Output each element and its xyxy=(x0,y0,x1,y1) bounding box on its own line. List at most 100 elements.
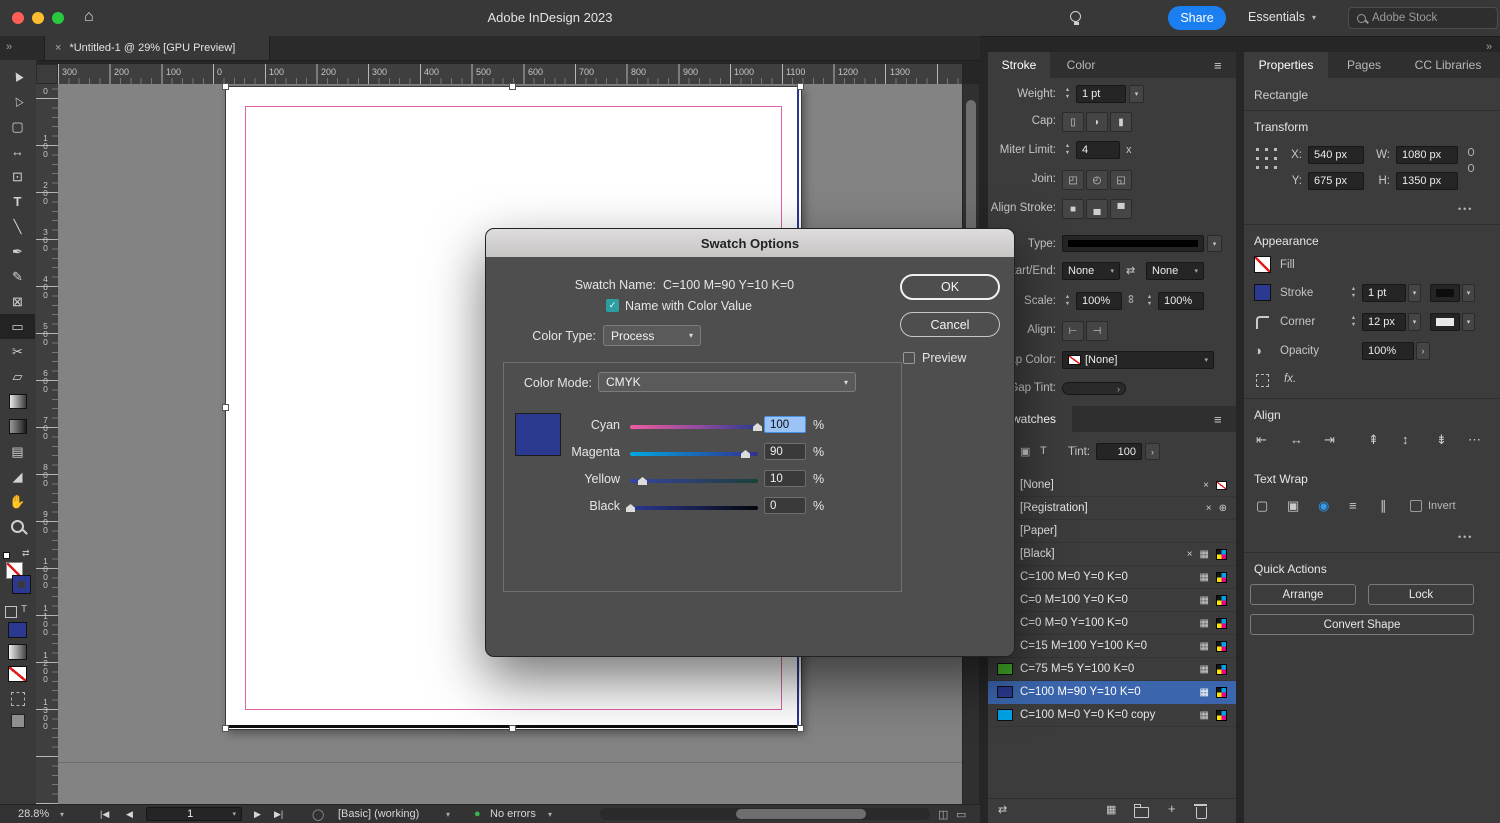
fill-color-swatch[interactable] xyxy=(1254,256,1271,273)
stepper-up-icon[interactable]: ▲ xyxy=(1065,143,1070,150)
error-status[interactable]: No errors xyxy=(490,808,536,820)
wrap-object-shape-button[interactable]: ◉ xyxy=(1318,498,1329,514)
free-transform-tool[interactable]: ▱ xyxy=(0,364,35,389)
align-bottom-button[interactable]: ⇟ xyxy=(1436,432,1447,448)
cap-projecting-button[interactable]: ▮ xyxy=(1110,112,1132,132)
align-left-button[interactable]: ⇤ xyxy=(1256,432,1267,448)
pencil-tool[interactable]: ✎ xyxy=(0,264,35,289)
swatch-row[interactable]: C=75 M=5 Y=100 K=0 ▦ xyxy=(988,658,1236,681)
swatch-row[interactable]: C=0 M=100 Y=0 K=0 ▦ xyxy=(988,589,1236,612)
share-button[interactable]: Share xyxy=(1168,6,1226,30)
swatch-row-none[interactable]: [None] × xyxy=(988,474,1236,497)
screen-mode-preview-icon[interactable] xyxy=(11,714,25,728)
stroke-type-dropdown-icon[interactable]: ▾ xyxy=(1207,235,1222,252)
selection-handle[interactable] xyxy=(222,725,229,732)
tab-pages[interactable]: Pages xyxy=(1336,52,1392,78)
horizontal-ruler[interactable]: 300 200 100 0 100 200 300 400 500 600 70… xyxy=(58,64,962,85)
join-round-button[interactable]: ◴ xyxy=(1086,170,1108,190)
stroke-type-dropdown[interactable] xyxy=(1062,235,1204,252)
cyan-slider[interactable] xyxy=(630,425,758,429)
stroke-style-dropdown[interactable] xyxy=(1430,284,1460,302)
stepper-up-icon[interactable]: ▲ xyxy=(1065,87,1070,94)
invert-checkbox[interactable] xyxy=(1410,500,1422,512)
swatch-views-icon[interactable]: ▦ xyxy=(1106,803,1116,816)
swap-fill-stroke-icon[interactable]: ⇄ xyxy=(22,548,30,559)
direct-selection-tool[interactable]: ▷ xyxy=(0,89,35,114)
weight-stepper[interactable]: ▲▼ xyxy=(1062,85,1073,103)
corner-shape-dropdown-icon[interactable]: ▾ xyxy=(1462,313,1475,331)
wrap-jump-column-button[interactable]: ∥ xyxy=(1380,498,1387,514)
eyedropper-tool[interactable]: ◢ xyxy=(0,464,35,489)
zoom-dropdown-icon[interactable]: ▾ xyxy=(60,810,64,819)
corner-label[interactable]: Corner xyxy=(1280,316,1315,328)
selection-tool[interactable]: ▶ xyxy=(0,64,35,89)
align-center-horizontal-button[interactable]: ↔ xyxy=(1290,432,1303,447)
selection-handle[interactable] xyxy=(222,404,229,411)
convert-shape-button[interactable]: Convert Shape xyxy=(1250,614,1474,635)
stroke-proxy-swatch[interactable] xyxy=(13,576,30,593)
rectangle-frame-tool[interactable]: ⊠ xyxy=(0,289,35,314)
w-field[interactable]: 1080 px xyxy=(1396,146,1458,164)
stepper-down-icon[interactable]: ▼ xyxy=(1065,301,1070,308)
cap-round-button[interactable]: ◗ xyxy=(1086,112,1108,132)
fx-icon[interactable]: fx. xyxy=(1284,373,1296,385)
opacity-field[interactable]: 100% xyxy=(1362,342,1414,360)
color-mode-dropdown[interactable]: CMYK ▾ xyxy=(598,372,856,392)
selection-handle[interactable] xyxy=(509,725,516,732)
miter-stepper[interactable]: ▲▼ xyxy=(1062,141,1073,159)
swatch-row-selected[interactable]: C=100 M=90 Y=10 K=0 ▦ xyxy=(988,681,1236,704)
gradient-feather-tool[interactable] xyxy=(0,414,35,439)
stroke-color-swatch[interactable] xyxy=(1254,284,1271,301)
color-type-dropdown[interactable]: Process ▾ xyxy=(603,325,701,346)
swatch-row-registration[interactable]: ⊕ [Registration] ×⊕ xyxy=(988,497,1236,520)
tab-properties[interactable]: Properties xyxy=(1244,52,1328,78)
wrap-bounding-box-button[interactable]: ▣ xyxy=(1287,498,1299,514)
zoom-tool[interactable] xyxy=(0,514,35,539)
wrap-jump-object-button[interactable]: ≡ xyxy=(1349,498,1357,513)
workspace-switcher[interactable]: Essentials ▾ xyxy=(1248,10,1316,24)
tint-field[interactable]: 100 xyxy=(1096,443,1142,460)
default-fill-stroke-icon[interactable] xyxy=(3,552,10,559)
panel-menu-icon[interactable]: ≡ xyxy=(1214,58,1222,73)
gap-color-dropdown[interactable]: [None] ▾ xyxy=(1062,351,1214,369)
start-dropdown[interactable]: None▾ xyxy=(1062,262,1120,280)
container-formatting-icon[interactable]: ▣ xyxy=(1020,445,1030,458)
align-stroke-outside-button[interactable]: ▀ xyxy=(1110,199,1132,219)
arrow-align-inside-button[interactable]: ⊢ xyxy=(1062,321,1084,341)
scale-start-stepper[interactable]: ▲▼ xyxy=(1062,292,1073,310)
align-right-button[interactable]: ⇥ xyxy=(1324,432,1335,448)
arrange-button[interactable]: Arrange xyxy=(1250,584,1356,605)
stepper-down-icon[interactable]: ▼ xyxy=(1147,301,1152,308)
swatch-row[interactable]: C=15 M=100 Y=100 K=0 ▦ xyxy=(988,635,1236,658)
swatches-menu-icon[interactable]: ≡ xyxy=(1214,412,1222,427)
stroke-style-dropdown-icon[interactable]: ▾ xyxy=(1462,284,1475,302)
tab-cc-libraries[interactable]: CC Libraries xyxy=(1400,52,1496,78)
next-page-button[interactable]: ▶ xyxy=(254,809,261,820)
selection-handle[interactable] xyxy=(509,83,516,90)
preflight-icon[interactable]: ◯ xyxy=(312,808,324,821)
miter-limit-field[interactable]: 4 xyxy=(1076,141,1120,159)
selection-handle[interactable] xyxy=(222,83,229,90)
arrow-align-outside-button[interactable]: ⊣ xyxy=(1086,321,1108,341)
spread-view-icon[interactable]: ▭ xyxy=(956,808,966,821)
name-with-color-value-checkbox[interactable]: ✓ xyxy=(606,299,619,312)
selection-handle[interactable] xyxy=(797,83,804,90)
tint-expand-icon[interactable]: › xyxy=(1145,443,1160,460)
corner-field[interactable]: 12 px xyxy=(1362,313,1406,331)
align-more-button[interactable]: ⋯ xyxy=(1468,432,1481,448)
swatch-row[interactable]: C=0 M=0 Y=100 K=0 ▦ xyxy=(988,612,1236,635)
selection-handle[interactable] xyxy=(797,725,804,732)
zoom-level[interactable]: 28.8% xyxy=(18,808,49,820)
tab-color[interactable]: Color xyxy=(1050,52,1112,78)
magenta-field[interactable]: 90 xyxy=(764,443,806,460)
gradient-swatch-tool[interactable] xyxy=(0,389,35,414)
page-dropdown-icon[interactable]: ▾ xyxy=(232,810,236,818)
stroke-weight-field[interactable]: 1 pt xyxy=(1362,284,1406,302)
rectangle-tool[interactable]: ▭ xyxy=(0,314,35,339)
weight-dropdown-icon[interactable]: ▾ xyxy=(1129,85,1144,103)
ok-button[interactable]: OK xyxy=(900,274,1000,300)
stepper-down-icon[interactable]: ▼ xyxy=(1351,322,1356,329)
tab-stroke[interactable]: Stroke xyxy=(988,52,1050,78)
document-tab[interactable]: × *Untitled-1 @ 29% [GPU Preview] xyxy=(44,36,270,60)
y-field[interactable]: 675 px xyxy=(1308,172,1364,190)
